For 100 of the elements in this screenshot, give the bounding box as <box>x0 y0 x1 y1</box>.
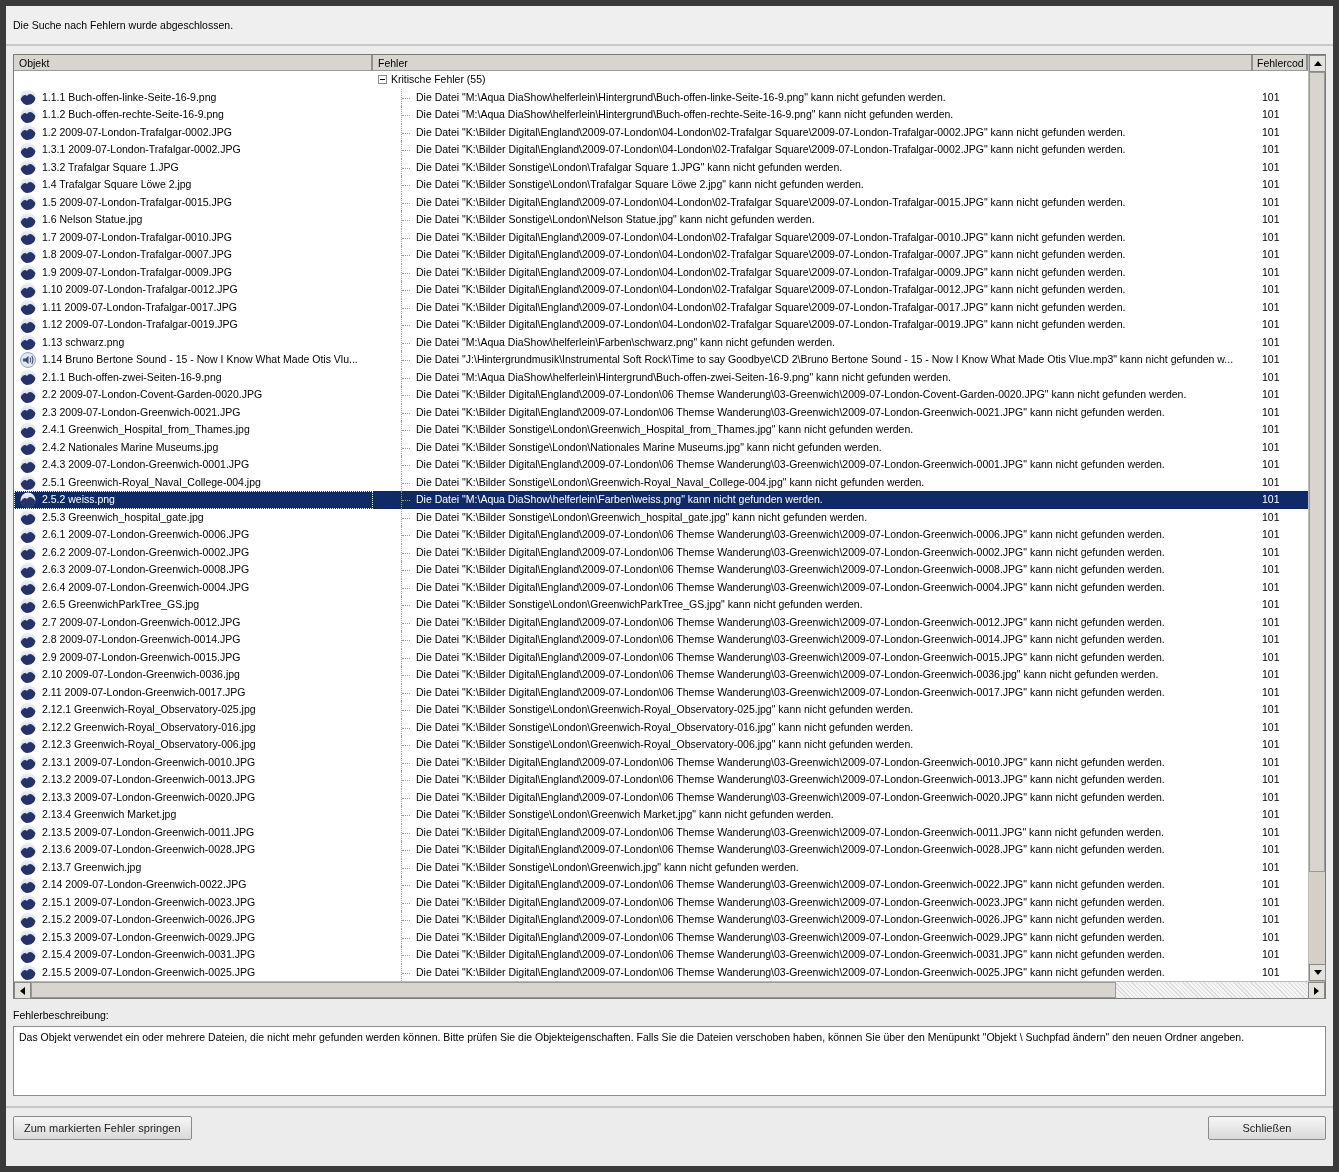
down-arrow-icon <box>1313 970 1322 975</box>
jump-to-error-button[interactable]: Zum markierten Fehler springen <box>13 1115 192 1140</box>
error-code: 101 <box>1262 878 1280 890</box>
table-row[interactable]: 2.13.1 2009-07-London-Greenwich-0010.JPG Die Datei "K:\Bilder Digital\England\2009-07-London\06 Themse Wanderung\03-Greenwich\2009-07-London-Greenwich-0010.JPG" kann nicht gefunden werden. 101 <box>14 753 1308 771</box>
error-code: 101 <box>1262 440 1280 453</box>
table-row[interactable]: 2.15.3 2009-07-London-Greenwich-0029.JPG Die Datei "K:\Bilder Digital\England\2009-07-London\06 Themse Wanderung\03-Greenwich\2009-07-London-Greenwich-0029.JPG" kann nicht gefunden werden. 101 <box>14 928 1308 946</box>
table-row[interactable]: 2.6.5 GreenwichParkTree_GS.jpg Die Datei "K:\Bilder Sonstige\London\GreenwichParkTree_GS.jpg" kann nicht gefunden werden. 101 <box>14 596 1308 614</box>
error-message: Die Datei "K:\Bilder Digital\England\2009-07-London\06 Themse Wanderung\03-Greenwich\2009-07-London-Greenwich-0004.JPG" kann nicht gefunden werden. <box>416 580 1165 593</box>
scrollbar-thumb[interactable] <box>31 982 1116 998</box>
table-row[interactable]: 2.15.4 2009-07-London-Greenwich-0031.JPG Die Datei "K:\Bilder Digital\England\2009-07-London\06 Themse Wanderung\03-Greenwich\2009-07-London-Greenwich-0031.JPG" kann nicht gefunden werden. 101 <box>14 946 1308 964</box>
speaker-icon <box>20 351 36 368</box>
table-row[interactable]: 1.5 2009-07-London-Trafalgar-0015.JPG Die Datei "K:\Bilder Digital\England\2009-07-London\04-London\02-Trafalgar Square\2009-07-London-Trafalgar-0015.JPG" kann nicht gefunden werden. 101 <box>14 193 1308 211</box>
table-row[interactable]: 1.1.1 Buch-offen-linke-Seite-16-9.png Die Datei "M:\Aqua DiaShow\helferlein\Hintergrund\Buch-offen-linke-Seite-16-9.png" kann nicht gefunden werden. 101 <box>14 88 1308 106</box>
table-row[interactable]: 2.3 2009-07-London-Greenwich-0021.JPG Die Datei "K:\Bilder Digital\England\2009-07-London\06 Themse Wanderung\03-Greenwich\2009-07-London-Greenwich-0021.JPG" kann nicht gefunden werden. 101 <box>14 403 1308 421</box>
table-row[interactable]: 2.12.1 Greenwich-Royal_Observatory-025.jpg Die Datei "K:\Bilder Sonstige\London\Greenwich-Royal_Observatory-025.jpg" kann nicht gefunden werden. 101 <box>14 701 1308 719</box>
collapse-icon[interactable] <box>378 75 387 85</box>
table-row[interactable]: 2.15.2 2009-07-London-Greenwich-0026.JPG Die Datei "K:\Bilder Digital\England\2009-07-London\06 Themse Wanderung\03-Greenwich\2009-07-London-Greenwich-0026.JPG" kann nicht gefunden werden. 101 <box>14 911 1308 929</box>
image-file-icon <box>20 911 36 928</box>
table-row[interactable]: 2.6.2 2009-07-London-Greenwich-0002.JPG Die Datei "K:\Bilder Digital\England\2009-07-London\06 Themse Wanderung\03-Greenwich\2009-07-London-Greenwich-0002.JPG" kann nicht gefunden werden. 101 <box>14 543 1308 561</box>
error-message: Die Datei "K:\Bilder Digital\England\2009-07-London\06 Themse Wanderung\03-Greenwich\2009-07-London-Greenwich-0001.JPG" kann nicht gefunden werden. <box>416 458 1165 470</box>
column-header[interactable]: Fehlercod <box>1253 55 1308 71</box>
image-file-icon <box>20 264 36 281</box>
table-row[interactable]: 1.6 Nelson Statue.jpg Die Datei "K:\Bilder Sonstige\London\Nelson Statue.jpg" kann nicht gefunden werden. 101 <box>14 211 1308 229</box>
error-message: Die Datei "K:\Bilder Sonstige\London\Nationales Marine Museums.jpg" kann nicht gefunden werden. <box>416 440 882 453</box>
table-row[interactable]: 2.15.1 2009-07-London-Greenwich-0023.JPG Die Datei "K:\Bilder Digital\England\2009-07-London\06 Themse Wanderung\03-Greenwich\2009-07-London-Greenwich-0023.JPG" kann nicht gefunden werden. 101 <box>14 893 1308 911</box>
scroll-down-button[interactable] <box>1309 964 1326 981</box>
error-message: Die Datei "K:\Bilder Sonstige\London\Greenwich-Royal_Observatory-006.jpg" kann nicht gefunden werden. <box>416 738 914 750</box>
table-row[interactable]: 2.5.2 weiss.png Die Datei "M:\Aqua DiaShow\helferlein\Farben\weiss.png" kann nicht gefunden werden. 101 <box>14 491 1308 509</box>
table-row[interactable]: 2.13.6 2009-07-London-Greenwich-0028.JPG Die Datei "K:\Bilder Digital\England\2009-07-London\06 Themse Wanderung\03-Greenwich\2009-07-London-Greenwich-0028.JPG" kann nicht gefunden werden. 101 <box>14 841 1308 859</box>
error-code: 101 <box>1262 458 1280 470</box>
error-message: Die Datei "J:\Hintergrundmusik\Instrumental Soft Rock\Time to say Goodbye\CD 2\Bruno Bertone Sound - 15 - Now I Know What Made Otis Vlue.mp3" kann nicht gefunden w... <box>416 353 1234 365</box>
table-row[interactable]: 2.13.5 2009-07-London-Greenwich-0011.JPG Die Datei "K:\Bilder Digital\England\2009-07-London\06 Themse Wanderung\03-Greenwich\2009-07-London-Greenwich-0011.JPG" kann nicht gefunden werden. 101 <box>14 823 1308 841</box>
table-row[interactable]: 2.5.3 Greenwich_hospital_gate.jpg Die Datei "K:\Bilder Sonstige\London\Greenwich_hospital_gate.jpg" kann nicht gefunden werden. 101 <box>14 508 1308 526</box>
table-row[interactable]: 2.10 2009-07-London-Greenwich-0036.jpg Die Datei "K:\Bilder Digital\England\2009-07-London\06 Themse Wanderung\03-Greenwich\2009-07-London-Greenwich-0036.jpg" kann nicht gefunden werden. 101 <box>14 666 1308 684</box>
table-row[interactable]: 2.7 2009-07-London-Greenwich-0012.JPG Die Datei "K:\Bilder Digital\England\2009-07-London\06 Themse Wanderung\03-Greenwich\2009-07-London-Greenwich-0012.JPG" kann nicht gefunden werden. 101 <box>14 613 1308 631</box>
column-header[interactable]: Objekt <box>14 55 373 71</box>
vertical-scrollbar[interactable] <box>1308 55 1325 981</box>
image-file-icon <box>20 824 36 841</box>
table-row[interactable]: 2.1.1 Buch-offen-zwei-Seiten-16-9.png Die Datei "M:\Aqua DiaShow\helferlein\Hintergrund\Buch-offen-zwei-Seiten-16-9.png" kann nicht gefunden werden. 101 <box>14 368 1308 386</box>
table-row[interactable]: 2.12.2 Greenwich-Royal_Observatory-016.jpg Die Datei "K:\Bilder Sonstige\London\Greenwich-Royal_Observatory-016.jpg" kann nicht gefunden werden. 101 <box>14 718 1308 736</box>
table-row[interactable]: 1.12 2009-07-London-Trafalgar-0019.JPG Die Datei "K:\Bilder Digital\England\2009-07-London\04-London\02-Trafalgar Square\2009-07-London-Trafalgar-0019.JPG" kann nicht gefunden werden. 101 <box>14 316 1308 334</box>
error-message: Die Datei "M:\Aqua DiaShow\helferlein\Farben\schwarz.png" kann nicht gefunden werden. <box>416 335 835 348</box>
file-name: 2.5.3 Greenwich_hospital_gate.jpg <box>42 509 204 525</box>
table-row[interactable]: 1.3.1 2009-07-London-Trafalgar-0002.JPG Die Datei "K:\Bilder Digital\England\2009-07-London\04-London\02-Trafalgar Square\2009-07-London-Trafalgar-0002.JPG" kann nicht gefunden werden. 101 <box>14 141 1308 159</box>
table-row[interactable]: 1.7 2009-07-London-Trafalgar-0010.JPG Die Datei "K:\Bilder Digital\England\2009-07-London\04-London\02-Trafalgar Square\2009-07-London-Trafalgar-0010.JPG" kann nicht gefunden werden. 101 <box>14 228 1308 246</box>
table-row[interactable]: 2.6.3 2009-07-London-Greenwich-0008.JPG Die Datei "K:\Bilder Digital\England\2009-07-London\06 Themse Wanderung\03-Greenwich\2009-07-London-Greenwich-0008.JPG" kann nicht gefunden werden. 101 <box>14 561 1308 579</box>
image-file-icon <box>20 841 36 858</box>
table-row[interactable]: 2.8 2009-07-London-Greenwich-0014.JPG Die Datei "K:\Bilder Digital\England\2009-07-London\06 Themse Wanderung\03-Greenwich\2009-07-London-Greenwich-0014.JPG" kann nicht gefunden werden. 101 <box>14 631 1308 649</box>
close-button[interactable]: Schließen <box>1208 1115 1326 1140</box>
table-row[interactable]: 2.12.3 Greenwich-Royal_Observatory-006.jpg Die Datei "K:\Bilder Sonstige\London\Greenwich-Royal_Observatory-006.jpg" kann nicht gefunden werden. 101 <box>14 736 1308 754</box>
scroll-up-button[interactable] <box>1309 55 1326 72</box>
table-row[interactable]: 1.3.2 Trafalgar Square 1.JPG Die Datei "K:\Bilder Sonstige\London\Trafalgar Square 1.JPG" kann nicht gefunden werden. 101 <box>14 158 1308 176</box>
error-message: Die Datei "K:\Bilder Digital\England\2009-07-London\06 Themse Wanderung\03-Greenwich\2009-07-London-Greenwich-0002.JPG" kann nicht gefunden werden. <box>416 545 1165 558</box>
file-name: 2.4.1 Greenwich_Hospital_from_Thames.jpg <box>42 422 250 437</box>
column-header[interactable]: Fehler <box>373 55 1253 71</box>
table-row[interactable]: 2.6.4 2009-07-London-Greenwich-0004.JPG Die Datei "K:\Bilder Digital\England\2009-07-London\06 Themse Wanderung\03-Greenwich\2009-07-London-Greenwich-0004.JPG" kann nicht gefunden werden. 101 <box>14 578 1308 596</box>
file-name: 2.14 2009-07-London-Greenwich-0022.JPG <box>42 877 247 892</box>
image-file-icon <box>20 771 36 788</box>
image-file-icon <box>20 859 36 876</box>
error-message: Die Datei "K:\Bilder Sonstige\London\Greenwich_Hospital_from_Thames.jpg" kann nicht gefunden werden. <box>416 423 914 435</box>
table-row[interactable]: 1.13 schwarz.png Die Datei "M:\Aqua DiaShow\helferlein\Farben\schwarz.png" kann nicht gefunden werden. 101 <box>14 333 1308 351</box>
error-code: 101 <box>1262 790 1280 803</box>
file-name: 1.3.1 2009-07-London-Trafalgar-0002.JPG <box>42 142 241 157</box>
image-file-icon <box>20 596 36 613</box>
table-row[interactable]: 2.6.1 2009-07-London-Greenwich-0006.JPG Die Datei "K:\Bilder Digital\England\2009-07-London\06 Themse Wanderung\03-Greenwich\2009-07-London-Greenwich-0006.JPG" kann nicht gefunden werden. 101 <box>14 526 1308 544</box>
scrollbar-thumb[interactable] <box>1309 72 1325 872</box>
table-row[interactable]: 2.13.3 2009-07-London-Greenwich-0020.JPG Die Datei "K:\Bilder Digital\England\2009-07-London\06 Themse Wanderung\03-Greenwich\2009-07-London-Greenwich-0020.JPG" kann nicht gefunden werden. 101 <box>14 788 1308 806</box>
error-message: Die Datei "K:\Bilder Sonstige\London\Greenwich_hospital_gate.jpg" kann nicht gefunden werden. <box>416 510 868 523</box>
image-file-icon <box>20 736 36 753</box>
image-file-icon <box>20 509 36 526</box>
scroll-right-button[interactable] <box>1308 982 1325 999</box>
scroll-left-button[interactable] <box>14 982 31 999</box>
table-row[interactable]: 1.8 2009-07-London-Trafalgar-0007.JPG Die Datei "K:\Bilder Digital\England\2009-07-London\04-London\02-Trafalgar Square\2009-07-London-Trafalgar-0007.JPG" kann nicht gefunden werden. 101 <box>14 246 1308 264</box>
file-name: 2.6.1 2009-07-London-Greenwich-0006.JPG <box>42 527 250 542</box>
table-row[interactable]: 1.10 2009-07-London-Trafalgar-0012.JPG Die Datei "K:\Bilder Digital\England\2009-07-London\04-London\02-Trafalgar Square\2009-07-London-Trafalgar-0012.JPG" kann nicht gefunden werden. 101 <box>14 281 1308 299</box>
table-row[interactable]: 2.13.4 Greenwich Market.jpg Die Datei "K:\Bilder Sonstige\London\Greenwich Market.jpg" kann nicht gefunden werden. 101 <box>14 806 1308 824</box>
table-row[interactable]: 2.13.7 Greenwich.jpg Die Datei "K:\Bilder Sonstige\London\Greenwich.jpg" kann nicht gefunden werden. 101 <box>14 858 1308 876</box>
image-file-icon <box>20 124 36 141</box>
error-code: 101 <box>1262 125 1280 138</box>
table-row[interactable]: 1.9 2009-07-London-Trafalgar-0009.JPG Die Datei "K:\Bilder Digital\England\2009-07-London\04-London\02-Trafalgar Square\2009-07-London-Trafalgar-0009.JPG" kann nicht gefunden werden. 101 <box>14 263 1308 281</box>
error-message: Die Datei "K:\Bilder Digital\England\2009-07-London\06 Themse Wanderung\03-Greenwich\2009-07-London-Greenwich-0025.JPG" kann nicht gefunden werden. <box>416 965 1165 978</box>
error-message: Die Datei "K:\Bilder Digital\England\2009-07-London\06 Themse Wanderung\03-Greenwich\2009-07-London-Greenwich-0026.JPG" kann nicht gefunden werden. <box>416 913 1165 925</box>
table-row[interactable]: 1.1.2 Buch-offen-rechte-Seite-16-9.png Die Datei "M:\Aqua DiaShow\helferlein\Hintergrund\Buch-offen-rechte-Seite-16-9.png" kann nicht gefunden werden. 101 <box>14 106 1308 124</box>
table-row[interactable]: 2.2 2009-07-London-Covent-Garden-0020.JPG Die Datei "K:\Bilder Digital\England\2009-07-London\06 Themse Wanderung\03-Greenwich\2009-07-London-Covent-Garden-0020.JPG" kann nicht gefunden werden. 101 <box>14 386 1308 404</box>
table-row[interactable]: 2.4.3 2009-07-London-Greenwich-0001.JPG Die Datei "K:\Bilder Digital\England\2009-07-London\06 Themse Wanderung\03-Greenwich\2009-07-London-Greenwich-0001.JPG" kann nicht gefunden werden. 101 <box>14 456 1308 474</box>
error-code: 101 <box>1262 388 1280 400</box>
error-message: Die Datei "K:\Bilder Digital\England\2009-07-London\06 Themse Wanderung\03-Greenwich\2009-07-London-Greenwich-0028.JPG" kann nicht gefunden werden. <box>416 843 1165 855</box>
table-row[interactable]: 2.15.5 2009-07-London-Greenwich-0025.JPG Die Datei "K:\Bilder Digital\England\2009-07-London\06 Themse Wanderung\03-Greenwich\2009-07-London-Greenwich-0025.JPG" kann nicht gefunden werden. 101 <box>14 963 1308 981</box>
horizontal-scrollbar[interactable] <box>14 981 1325 998</box>
table-row[interactable]: 2.4.1 Greenwich_Hospital_from_Thames.jpg Die Datei "K:\Bilder Sonstige\London\Greenwich_Hospital_from_Thames.jpg" kann nicht gefunden werden. 101 <box>14 421 1308 439</box>
table-row[interactable]: 2.4.2 Nationales Marine Museums.jpg Die Datei "K:\Bilder Sonstige\London\Nationales Marine Museums.jpg" kann nicht gefunden werden. 101 <box>14 438 1308 456</box>
table-row[interactable]: 1.11 2009-07-London-Trafalgar-0017.JPG Die Datei "K:\Bilder Digital\England\2009-07-London\04-London\02-Trafalgar Square\2009-07-London-Trafalgar-0017.JPG" kann nicht gefunden werden. 101 <box>14 298 1308 316</box>
table-row[interactable]: 2.14 2009-07-London-Greenwich-0022.JPG Die Datei "K:\Bilder Digital\England\2009-07-London\06 Themse Wanderung\03-Greenwich\2009-07-London-Greenwich-0022.JPG" kann nicht gefunden werden. 101 <box>14 876 1308 894</box>
table-row[interactable]: 1.4 Trafalgar Square Löwe 2.jpg Die Datei "K:\Bilder Sonstige\London\Trafalgar Square Löwe 2.jpg" kann nicht gefunden werden. 101 <box>14 176 1308 194</box>
error-message: Die Datei "K:\Bilder Sonstige\London\Greenwich-Royal_Observatory-016.jpg" kann nicht gefunden werden. <box>416 720 914 733</box>
table-row[interactable]: 2.9 2009-07-London-Greenwich-0015.JPG Die Datei "K:\Bilder Digital\England\2009-07-London\06 Themse Wanderung\03-Greenwich\2009-07-London-Greenwich-0015.JPG" kann nicht gefunden werden. 101 <box>14 648 1308 666</box>
table-row[interactable]: 2.11 2009-07-London-Greenwich-0017.JPG Die Datei "K:\Bilder Digital\England\2009-07-London\06 Themse Wanderung\03-Greenwich\2009-07-London-Greenwich-0017.JPG" kann nicht gefunden werden. 101 <box>14 683 1308 701</box>
table-row[interactable]: 1.2 2009-07-London-Trafalgar-0002.JPG Die Datei "K:\Bilder Digital\England\2009-07-London\04-London\02-Trafalgar Square\2009-07-London-Trafalgar-0002.JPG" kann nicht gefunden werden. 101 <box>14 123 1308 141</box>
table-row[interactable]: 2.13.2 2009-07-London-Greenwich-0013.JPG Die Datei "K:\Bilder Digital\England\2009-07-London\06 Themse Wanderung\03-Greenwich\2009-07-London-Greenwich-0013.JPG" kann nicht gefunden werden. 101 <box>14 771 1308 789</box>
status-message: Die Suche nach Fehlern wurde abgeschlossen. <box>13 19 234 31</box>
